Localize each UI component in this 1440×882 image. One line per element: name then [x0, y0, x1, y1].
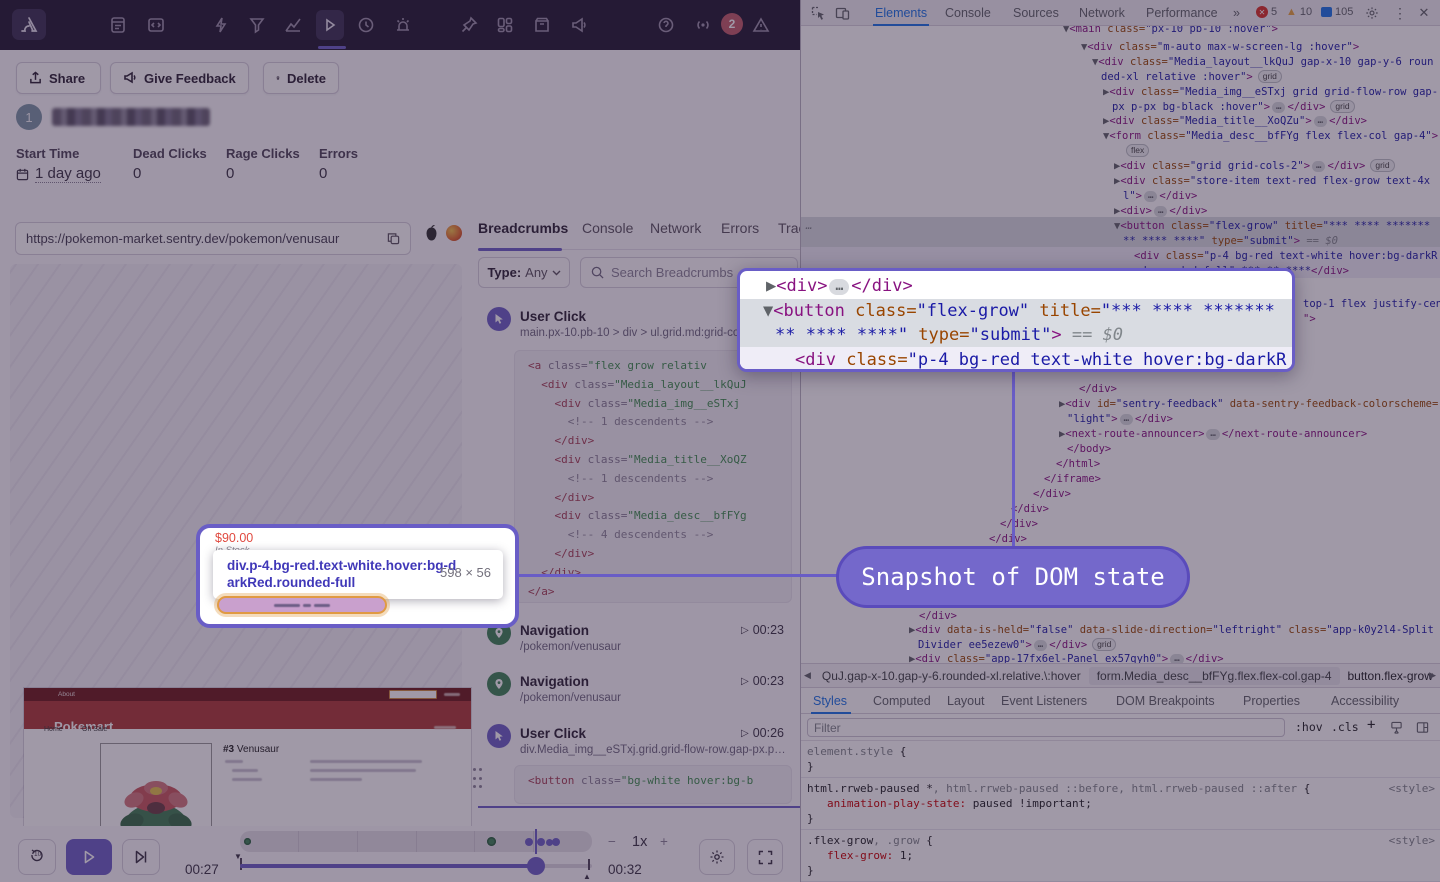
- spotlight-dim-overlay: [0, 0, 1440, 882]
- snapshot-callout-label: Snapshot of DOM state: [861, 563, 1164, 591]
- dom-tree-line[interactable]: ** **** ****" type="submit"> == $0: [775, 323, 1123, 347]
- dom-tree-line[interactable]: <div class="p-4 bg-red text-white hover:…: [795, 348, 1286, 372]
- inspect-tooltip-dimensions: 598 × 56: [440, 565, 491, 580]
- callout-connector-horizontal: [516, 574, 838, 577]
- inspected-element-callout: $90.00 In Stock div.p-4.bg-red.text-whit…: [196, 524, 519, 628]
- snapshot-callout-bubble: Snapshot of DOM state: [836, 546, 1190, 608]
- highlighted-buy-button[interactable]: [217, 596, 387, 614]
- dom-snapshot-popup: ▶<div>…</div>▼<button class="flex-grow" …: [737, 268, 1295, 372]
- inspect-tooltip-selector: div.p-4.bg-red.text-white.hover:bg-d ark…: [227, 557, 456, 591]
- callout-connector-vertical: [1012, 370, 1015, 548]
- dom-tree-line[interactable]: ▼<button class="flex-grow" title="*** **…: [763, 299, 1275, 323]
- dom-tree-line[interactable]: ▶<div>…</div>: [766, 274, 913, 298]
- inspect-tooltip: div.p-4.bg-red.text-white.hover:bg-d ark…: [213, 550, 503, 599]
- product-price: $90.00: [215, 531, 253, 545]
